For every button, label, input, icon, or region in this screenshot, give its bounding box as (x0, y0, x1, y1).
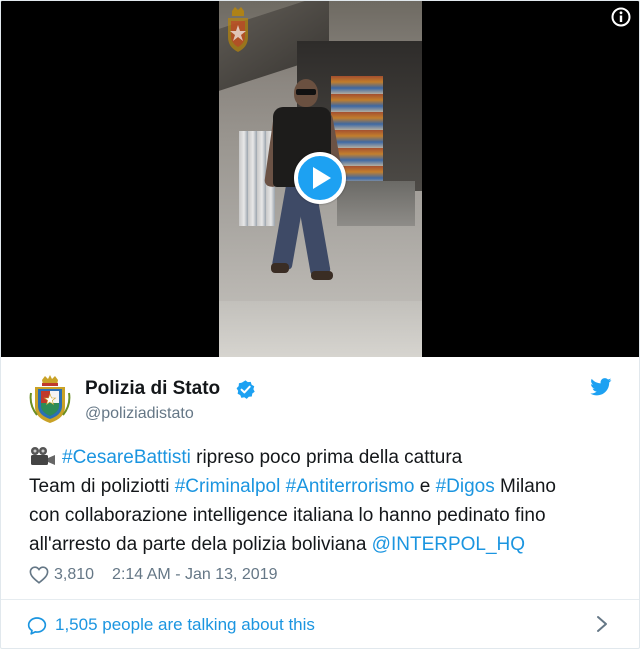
tweet-text-segment: all'arresto da parte dela polizia bolivi… (29, 534, 372, 555)
twitter-bird-icon[interactable] (590, 378, 612, 396)
play-button[interactable] (294, 152, 346, 204)
tweet-text-segment: ripreso poco prima della cattura (190, 447, 463, 468)
hashtag-link[interactable]: #Digos (436, 476, 495, 497)
person-shoe (311, 271, 333, 280)
boxes (337, 181, 415, 226)
play-icon (313, 167, 331, 189)
tweet-meta: 3,810 2:14 AM - Jan 13, 2019 (29, 563, 278, 587)
speech-bubble-icon (27, 616, 47, 635)
like-count[interactable]: 3,810 (54, 566, 94, 584)
tweet-text-line: Team di poliziotti #Criminalpol #Antiter… (29, 472, 619, 501)
divider (1, 599, 639, 600)
embedded-tweet-card: Polizia di Stato @poliziadistato #Cesare… (0, 0, 640, 649)
tweet-text-line: all'arresto da parte dela polizia bolivi… (29, 530, 619, 559)
tweet-video[interactable] (1, 1, 639, 357)
hashtag-link[interactable]: #CesareBattisti (62, 447, 191, 468)
tweet-text-segment: con collaborazione intelligence italiana… (29, 505, 546, 526)
hashtag-link[interactable]: #Criminalpol (175, 476, 281, 497)
road (219, 301, 422, 357)
person-sunglasses (296, 89, 316, 95)
author-name[interactable]: Polizia di Stato (85, 378, 220, 400)
mention-link[interactable]: @INTERPOL_HQ (372, 534, 525, 555)
tweet-text-segment: e (414, 476, 436, 497)
conversation-link[interactable]: 1,505 people are talking about this (27, 613, 617, 637)
tweet-text-line: #CesareBattisti ripreso poco prima della… (29, 443, 619, 472)
heart-icon[interactable] (29, 566, 49, 584)
tweet-text-segment: Team di poliziotti (29, 476, 175, 497)
tweet-text-segment: Milano (494, 476, 556, 497)
chevron-right-icon[interactable] (596, 615, 608, 633)
tweet-author: Polizia di Stato @poliziadistato (29, 375, 589, 425)
hashtag-link[interactable]: #Antiterrorismo (286, 476, 415, 497)
movie-camera-icon (31, 447, 55, 465)
info-icon[interactable] (611, 7, 631, 27)
verified-badge-icon (236, 380, 255, 399)
police-crest-watermark-icon (228, 7, 248, 52)
tweet-timestamp[interactable]: 2:14 AM - Jan 13, 2019 (112, 566, 277, 584)
author-handle[interactable]: @poliziadistato (85, 405, 194, 423)
tweet-text-line: con collaborazione intelligence italiana… (29, 501, 619, 530)
conversation-text: 1,505 people are talking about this (55, 615, 315, 634)
avatar[interactable] (29, 375, 71, 423)
person-shoe (271, 263, 289, 273)
tweet-text: #CesareBattisti ripreso poco prima della… (29, 443, 619, 559)
